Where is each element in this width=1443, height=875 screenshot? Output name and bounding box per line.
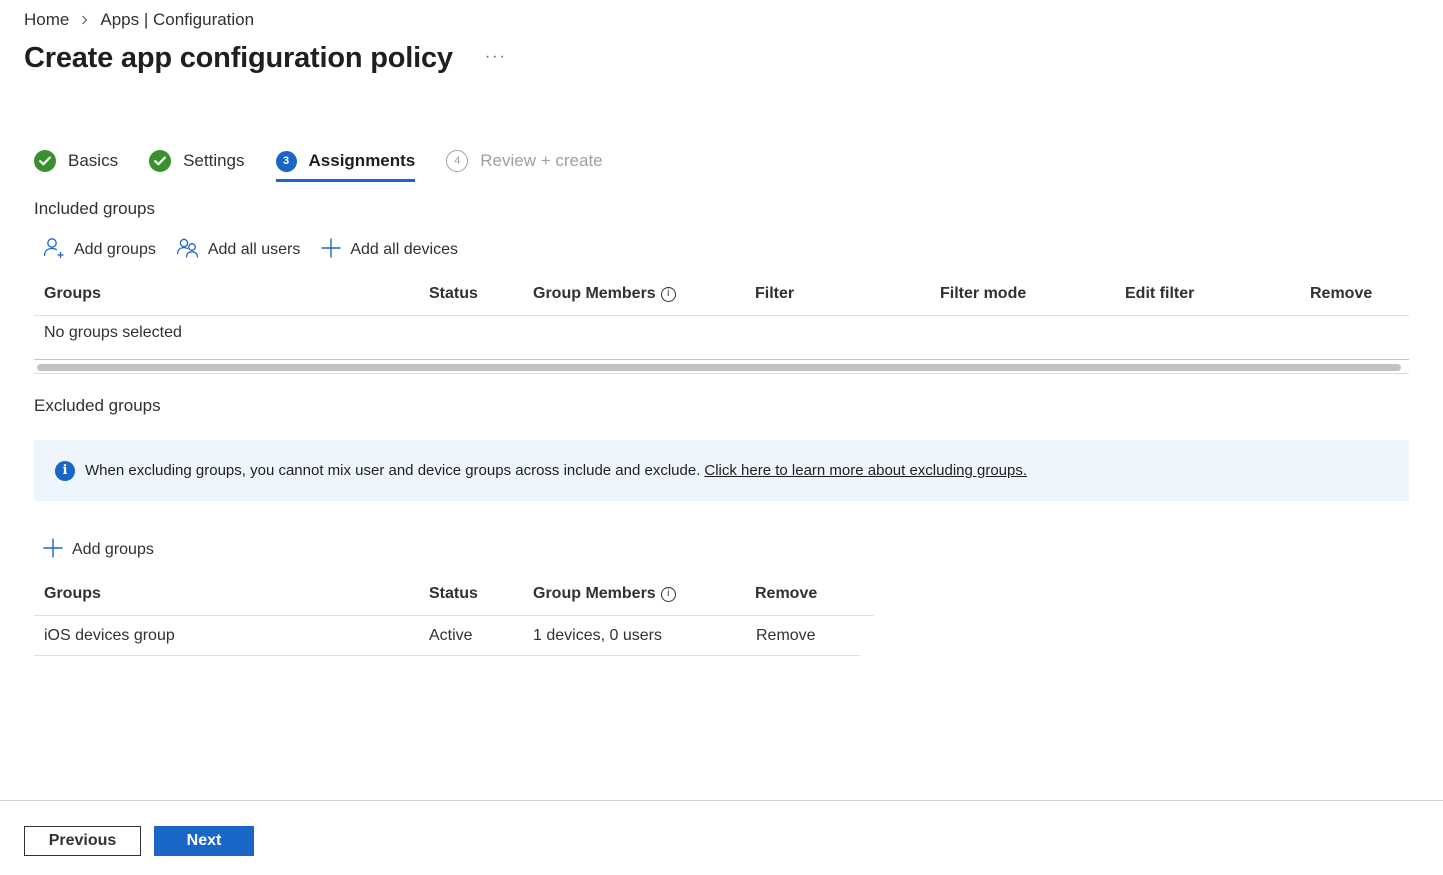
step-assignments[interactable]: 3 Assignments [275, 146, 416, 182]
column-header-group-members: Group Members i [533, 576, 676, 612]
horizontal-scrollbar[interactable] [34, 359, 1409, 374]
info-filled-icon: i [55, 460, 75, 481]
info-icon[interactable]: i [660, 286, 676, 302]
empty-state-text: No groups selected [44, 324, 182, 341]
column-header-groups: Groups [44, 585, 101, 602]
table-row-empty: No groups selected [34, 316, 1409, 356]
breadcrumb-home-link[interactable]: Home [24, 10, 69, 30]
step-label: Review + create [480, 151, 603, 170]
remove-link[interactable]: Remove [756, 616, 816, 656]
column-header-status: Status [429, 585, 478, 602]
info-icon[interactable]: i [660, 586, 676, 602]
excluded-command-bar: Add groups [42, 538, 174, 562]
excluded-groups-heading: Excluded groups [34, 396, 161, 415]
scrollbar-thumb[interactable] [37, 364, 1401, 371]
title-row: Create app configuration policy ··· [24, 42, 507, 75]
next-button[interactable]: Next [154, 826, 254, 856]
add-all-users-button[interactable]: Add all users [176, 236, 301, 265]
column-header-edit-filter: Edit filter [1125, 285, 1195, 302]
group-name-cell: iOS devices group [44, 627, 175, 644]
previous-button[interactable]: Previous [24, 826, 141, 856]
column-header-filter: Filter [755, 285, 795, 302]
column-header-status: Status [429, 285, 478, 302]
step-review-create[interactable]: 4 Review + create [446, 146, 603, 176]
group-members-cell: 1 devices, 0 users [533, 627, 662, 644]
wizard-steps: Basics Settings 3 Assignments 4 Review +… [34, 146, 634, 182]
status-cell: Active [429, 627, 473, 644]
people-icon [176, 236, 208, 265]
add-excluded-groups-button[interactable]: Add groups [42, 537, 154, 564]
page: Home Apps | Configuration Create app con… [0, 0, 1443, 875]
add-all-devices-label: Add all devices [350, 241, 458, 258]
add-groups-label: Add groups [72, 541, 154, 558]
column-header-filter-mode: Filter mode [940, 285, 1027, 302]
add-groups-label: Add groups [74, 241, 156, 258]
table-header: Groups Status Group Members i Filter Fil… [34, 276, 1409, 316]
column-header-label: Group Members [533, 585, 656, 602]
excluded-groups-table: Groups Status Group Members i Remove iOS… [34, 576, 874, 656]
included-command-bar: Add groups Add all users Add all devices [42, 236, 478, 265]
person-add-icon [42, 236, 74, 265]
included-groups-heading: Included groups [34, 199, 155, 218]
learn-more-link[interactable]: Click here to learn more about excluding… [704, 462, 1027, 479]
add-groups-button[interactable]: Add groups [42, 236, 156, 265]
breadcrumb-apps-configuration-link[interactable]: Apps | Configuration [100, 10, 254, 30]
breadcrumb: Home Apps | Configuration [24, 10, 254, 30]
step-label: Basics [68, 151, 119, 170]
footer-divider [0, 800, 1443, 801]
banner-text: When excluding groups, you cannot mix us… [85, 462, 701, 479]
page-title: Create app configuration policy [24, 42, 453, 74]
column-header-remove: Remove [1310, 285, 1373, 302]
column-header-label: Group Members [533, 285, 656, 302]
step-label: Assignments [308, 151, 416, 170]
step-number-badge: 4 [446, 150, 469, 172]
plus-icon [42, 537, 72, 564]
column-header-remove: Remove [755, 585, 818, 602]
step-basics[interactable]: Basics [34, 146, 118, 176]
add-all-devices-button[interactable]: Add all devices [320, 237, 458, 264]
info-banner: i When excluding groups, you cannot mix … [34, 440, 1409, 501]
plus-icon [320, 237, 350, 264]
table-header: Groups Status Group Members i Remove [34, 576, 874, 616]
step-label: Settings [183, 151, 245, 170]
step-number-badge: 3 [275, 150, 297, 172]
column-header-group-members: Group Members i [533, 276, 676, 312]
divider [34, 655, 860, 656]
step-settings[interactable]: Settings [149, 146, 245, 176]
included-groups-table: Groups Status Group Members i Filter Fil… [34, 276, 1409, 356]
add-all-users-label: Add all users [207, 241, 301, 258]
column-header-groups: Groups [44, 285, 101, 302]
more-options-button[interactable]: ··· [485, 48, 507, 66]
checkmark-circle-icon [149, 150, 172, 172]
chevron-right-icon [81, 15, 88, 25]
checkmark-circle-icon [34, 150, 56, 172]
table-row: iOS devices group Active 1 devices, 0 us… [34, 616, 874, 656]
